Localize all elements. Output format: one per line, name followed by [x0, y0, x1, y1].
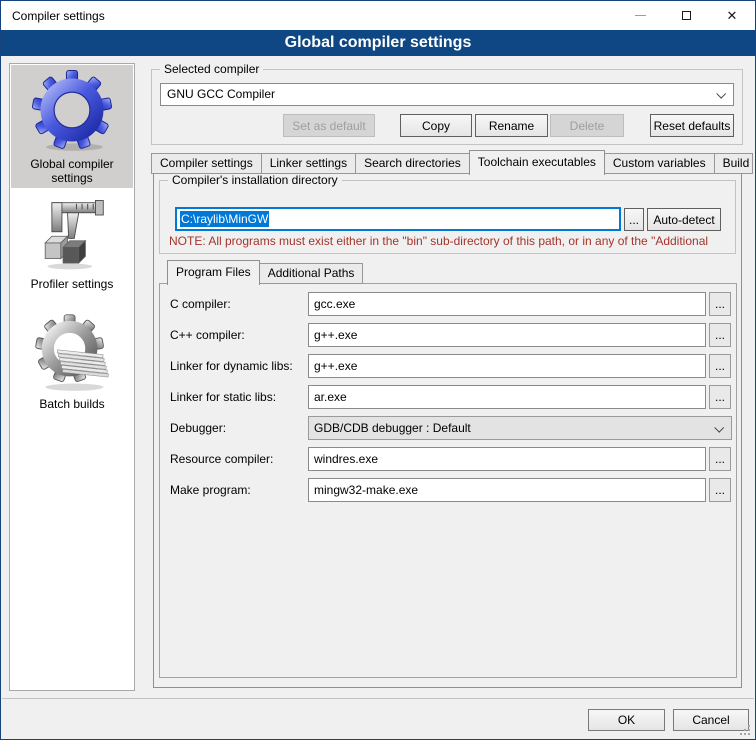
field-value: GDB/CDB debugger : Default	[314, 421, 471, 435]
reset-defaults-button[interactable]: Reset defaults	[650, 114, 734, 137]
set-as-default-button[interactable]: Set as default	[283, 114, 375, 137]
bin-subdirectory-note: NOTE: All programs must exist either in …	[169, 234, 731, 248]
field-label: Linker for dynamic libs:	[170, 354, 293, 378]
installation-directory-input[interactable]: C:\raylib\MinGW	[175, 207, 621, 231]
form-row: Make program: mingw32-make.exe ...	[160, 478, 736, 502]
field-value: gcc.exe	[314, 297, 355, 311]
rename-button[interactable]: Rename	[475, 114, 548, 137]
window-title: Compiler settings	[1, 9, 617, 23]
compiler-select[interactable]: GNU GCC Compiler	[160, 83, 734, 106]
field-label: Make program:	[170, 478, 251, 502]
field-label: Resource compiler:	[170, 447, 273, 471]
close-icon: ✕	[727, 9, 738, 22]
field-label: Linker for static libs:	[170, 385, 276, 409]
delete-button[interactable]: Delete	[550, 114, 624, 137]
tab-toolchain-executables[interactable]: Toolchain executables	[469, 150, 605, 175]
auto-detect-button[interactable]: Auto-detect	[647, 208, 721, 231]
caliper-icon	[34, 196, 110, 272]
resize-grip[interactable]	[748, 733, 750, 735]
debugger-select[interactable]: GDB/CDB debugger : Default	[308, 416, 732, 440]
field-value: windres.exe	[314, 452, 378, 466]
form-row: Linker for static libs: ar.exe ...	[160, 385, 736, 409]
blue-gear-icon	[30, 68, 114, 152]
form-row: Resource compiler: windres.exe ...	[160, 447, 736, 471]
tab-search-directories[interactable]: Search directories	[355, 153, 470, 174]
ok-button[interactable]: OK	[588, 709, 665, 731]
installation-directory-group: Compiler's installation directory C:\ray…	[159, 180, 736, 254]
minimize-icon	[635, 15, 646, 16]
browse-directory-button[interactable]: ...	[624, 208, 644, 231]
c-compiler-input[interactable]: gcc.exe	[308, 292, 706, 316]
cancel-button[interactable]: Cancel	[673, 709, 749, 731]
sidebar-item-global-compiler-settings[interactable]: Global compiler settings	[11, 65, 133, 188]
field-label: Debugger:	[170, 416, 226, 440]
group-label: Selected compiler	[160, 62, 263, 76]
field-value: mingw32-make.exe	[314, 483, 418, 497]
maximize-button[interactable]	[663, 1, 709, 30]
browse-resource-compiler-button[interactable]: ...	[709, 447, 731, 471]
programs-subtabbar: Program Files Additional Paths	[167, 259, 363, 284]
make-program-input[interactable]: mingw32-make.exe	[308, 478, 706, 502]
field-label: C compiler:	[170, 292, 231, 316]
form-row: Debugger: GDB/CDB debugger : Default	[160, 416, 736, 440]
chevron-down-icon	[714, 423, 724, 433]
field-value: ar.exe	[314, 390, 347, 404]
tab-build-options[interactable]: Build options	[714, 153, 753, 174]
settings-tabbar: Compiler settings Linker settings Search…	[151, 149, 756, 174]
subtab-additional-paths[interactable]: Additional Paths	[259, 263, 364, 284]
browse-static-linker-button[interactable]: ...	[709, 385, 731, 409]
tab-linker-settings[interactable]: Linker settings	[261, 153, 356, 174]
compiler-settings-dialog: Compiler settings ✕ Global compiler sett…	[0, 0, 756, 740]
browse-make-program-button[interactable]: ...	[709, 478, 731, 502]
selected-text: C:\raylib\MinGW	[180, 211, 269, 227]
field-label: C++ compiler:	[170, 323, 245, 347]
resource-compiler-input[interactable]: windres.exe	[308, 447, 706, 471]
browse-dynamic-linker-button[interactable]: ...	[709, 354, 731, 378]
subtab-program-files[interactable]: Program Files	[167, 260, 260, 285]
cpp-compiler-input[interactable]: g++.exe	[308, 323, 706, 347]
sidebar-item-profiler-settings[interactable]: Profiler settings	[11, 196, 133, 302]
footer-divider	[2, 698, 754, 699]
sidebar-item-batch-builds[interactable]: Batch builds	[11, 310, 133, 426]
field-value: g++.exe	[314, 359, 357, 373]
close-button[interactable]: ✕	[709, 1, 755, 30]
program-files-panel: C compiler: gcc.exe ... C++ compiler: g+…	[159, 283, 737, 678]
sidebar-item-label: Global compiler settings	[11, 155, 133, 189]
settings-category-sidebar: Global compiler settings	[9, 63, 135, 691]
form-row: Linker for dynamic libs: g++.exe ...	[160, 354, 736, 378]
compiler-actions: Set as default Copy Rename Delete Reset …	[160, 114, 734, 137]
browse-c-compiler-button[interactable]: ...	[709, 292, 731, 316]
maximize-icon	[682, 11, 691, 20]
tab-custom-variables[interactable]: Custom variables	[604, 153, 715, 174]
group-label: Compiler's installation directory	[168, 173, 342, 187]
sidebar-item-label: Batch builds	[11, 395, 133, 415]
compiler-select-value: GNU GCC Compiler	[167, 87, 275, 101]
form-row: C++ compiler: g++.exe ...	[160, 323, 736, 347]
field-value: g++.exe	[314, 328, 357, 342]
gray-gear-stack-icon	[31, 310, 113, 392]
browse-cpp-compiler-button[interactable]: ...	[709, 323, 731, 347]
page-title: Global compiler settings	[1, 30, 755, 56]
selected-compiler-group: Selected compiler GNU GCC Compiler Set a…	[151, 69, 743, 145]
form-row: C compiler: gcc.exe ...	[160, 292, 736, 316]
static-linker-input[interactable]: ar.exe	[308, 385, 706, 409]
sidebar-item-label: Profiler settings	[11, 275, 133, 295]
minimize-button[interactable]	[617, 1, 663, 30]
chevron-down-icon	[716, 89, 726, 99]
dynamic-linker-input[interactable]: g++.exe	[308, 354, 706, 378]
toolchain-executables-page: Compiler's installation directory C:\ray…	[153, 173, 742, 688]
tab-compiler-settings[interactable]: Compiler settings	[151, 153, 262, 174]
copy-button[interactable]: Copy	[400, 114, 472, 137]
titlebar: Compiler settings ✕	[1, 1, 755, 30]
